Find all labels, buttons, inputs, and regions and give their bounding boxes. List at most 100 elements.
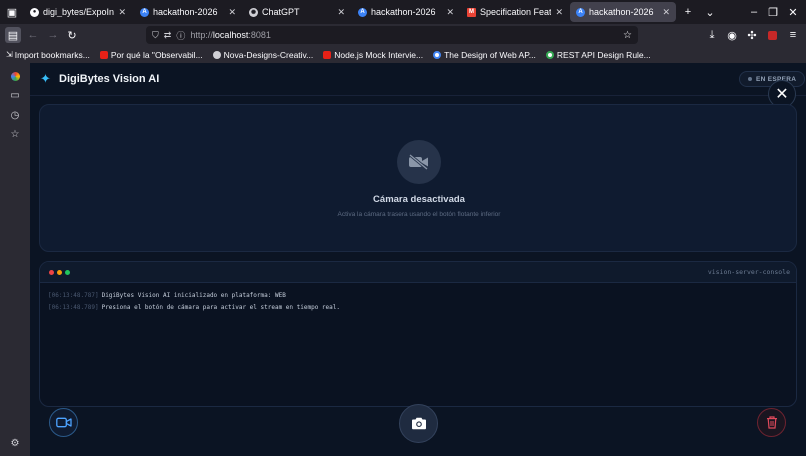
browser-sidebar: ▭ ◷ ☆ ⚙ — [0, 63, 30, 456]
log-timestamp: [06:13:48.789] — [48, 304, 99, 311]
trash-icon — [766, 416, 777, 429]
account-icon[interactable]: ◉ — [724, 27, 740, 43]
console-log-line: [06:13:48.789] Presiona el botón de cámar… — [48, 304, 340, 311]
app-icon: A — [140, 7, 149, 17]
gmail-icon: M — [467, 7, 476, 17]
capture-photo-button[interactable] — [399, 404, 438, 443]
toggle-camera-button[interactable] — [49, 408, 78, 437]
extensions-icon[interactable]: ✣ — [744, 27, 760, 43]
bookmarks-icon[interactable]: ☆ — [8, 127, 22, 141]
info-icon[interactable]: ⓘ — [176, 29, 185, 42]
console-header: vision-server-console — [40, 262, 796, 283]
settings-gear-icon[interactable]: ⚙ — [8, 436, 22, 450]
reload-icon[interactable]: ↻ — [64, 27, 80, 43]
clear-console-button[interactable] — [757, 408, 786, 437]
video-camera-icon — [55, 417, 72, 428]
video-off-icon — [397, 140, 441, 184]
status-dot — [748, 77, 752, 81]
forward-icon[interactable]: → — [45, 27, 61, 43]
youtube-icon — [99, 50, 108, 59]
downloads-icon[interactable]: ⤓ — [704, 27, 720, 43]
chatgpt-icon: ✺ — [249, 7, 258, 17]
restore-window-icon[interactable]: ❐ — [765, 4, 781, 20]
bookmark-star-icon[interactable]: ☆ — [623, 30, 632, 41]
browser-tab[interactable]: ✺ ChatGPT ✕ — [243, 2, 351, 22]
youtube-icon — [323, 50, 332, 59]
menu-icon[interactable]: ≡ — [785, 27, 801, 43]
log-message: DigiBytes Vision AI inicializado en plat… — [101, 292, 286, 299]
github-icon: ● — [30, 7, 39, 17]
server-console: vision-server-console [06:13:48.787] Digi… — [39, 261, 797, 407]
google-icon — [433, 50, 442, 59]
browser-tab[interactable]: ● digi_bytes/ExpoInteg ✕ — [24, 2, 132, 22]
browser-tab-bar: ▣ ● digi_bytes/ExpoInteg ✕ A hackathon-2… — [0, 0, 806, 24]
close-window-icon[interactable]: ✕ — [785, 4, 801, 20]
bookmark-label: The Design of Web AP... — [444, 49, 536, 60]
close-tab-icon[interactable]: ✕ — [555, 7, 563, 18]
window-dot-yellow — [57, 270, 62, 275]
bookmark-label: Import bookmarks... — [14, 49, 90, 60]
window-dot-red — [49, 270, 54, 275]
app-title: DigiBytes Vision AI — [59, 73, 160, 85]
minimize-window-icon[interactable]: – — [746, 4, 762, 20]
close-tab-icon[interactable]: ✕ — [337, 7, 345, 18]
camera-preview-panel: Cámara desactivada Activa la cámara tras… — [39, 104, 797, 252]
tab-list-chevron-icon[interactable]: ⌄ — [702, 4, 718, 20]
synced-tabs-icon[interactable]: ▭ — [8, 88, 22, 102]
bookmark-label: Node.js Mock Intervie... — [334, 49, 424, 60]
ublock-icon[interactable] — [764, 27, 780, 43]
tab-title: hackathon-2026 — [371, 7, 436, 17]
tab-title: digi_bytes/ExpoInteg — [43, 7, 115, 17]
url-text: http://localhost:8081 — [190, 30, 271, 40]
bookmark-label: REST API Design Rule... — [556, 49, 651, 60]
bookmarks-bar: ⇲ Import bookmarks... Por qué la "Observa… — [0, 46, 806, 63]
window-dot-green — [65, 270, 70, 275]
close-tab-icon[interactable]: ✕ — [118, 7, 126, 18]
camera-icon — [411, 417, 426, 430]
tab-title: hackathon-2026 — [153, 7, 218, 17]
camera-status-title: Cámara desactivada — [373, 194, 465, 205]
bookmark-label: Nova-Designs-Creativ... — [223, 49, 314, 60]
browser-tab[interactable]: A hackathon-2026 ✕ — [134, 2, 242, 22]
camera-status-hint: Activa la cámara trasera usando el botón… — [337, 211, 501, 218]
close-icon: ✕ — [775, 86, 789, 103]
console-log-line: [06:13:48.787] DigiBytes Vision AI inicia… — [48, 292, 286, 299]
app-icon: A — [576, 7, 585, 17]
new-tab-icon[interactable]: + — [680, 4, 696, 20]
sidebar-toggle-icon[interactable]: ▣ — [4, 4, 20, 20]
app-header: ✦ DigiBytes Vision AI EN ESPERA — [30, 63, 806, 96]
console-title: vision-server-console — [707, 268, 790, 276]
bookmark-item[interactable]: REST API Design Rule... — [545, 49, 651, 60]
import-icon: ⇲ — [6, 50, 13, 59]
bookmark-item[interactable]: ⇲ Import bookmarks... — [6, 50, 90, 60]
bookmark-label: Por qué la "Observabil... — [110, 49, 203, 60]
bookmark-item[interactable]: Por qué la "Observabil... — [99, 49, 203, 60]
close-tab-icon[interactable]: ✕ — [446, 7, 454, 18]
sidebar-panel-icon[interactable]: ▤ — [5, 27, 21, 43]
tab-title: Specification Feature — [480, 7, 552, 17]
back-icon[interactable]: ← — [25, 27, 41, 43]
log-timestamp: [06:13:48.787] — [48, 292, 99, 299]
log-message: Presiona el botón de cámara para activar… — [101, 304, 340, 311]
permissions-icon[interactable]: ⇄ — [164, 30, 172, 41]
github-icon — [212, 50, 221, 59]
bookmark-item[interactable]: Node.js Mock Intervie... — [323, 50, 423, 60]
shield-icon[interactable]: ⛉ — [152, 30, 159, 41]
browser-nav-bar: ▤ ← → ↻ ⛉ ⇄ ⓘ http://localhost:8081 ☆ ⤓ … — [0, 24, 806, 46]
bookmark-item[interactable]: The Design of Web AP... — [433, 50, 536, 60]
close-tab-icon[interactable]: ✕ — [228, 7, 236, 18]
ai-chat-icon[interactable] — [8, 69, 22, 83]
vision-app: ✦ DigiBytes Vision AI EN ESPERA ✕ Cámara… — [30, 63, 806, 456]
sparkle-icon: ✦ — [40, 71, 51, 86]
history-icon[interactable]: ◷ — [8, 108, 22, 122]
tab-title: hackathon-2026 — [589, 7, 654, 17]
app-icon: A — [358, 7, 367, 17]
tab-title: ChatGPT — [262, 7, 300, 17]
browser-tab[interactable]: A hackathon-2026 ✕ — [352, 2, 460, 22]
browser-tab[interactable]: M Specification Feature ✕ — [461, 2, 569, 22]
bookmark-item[interactable]: Nova-Designs-Creativ... — [212, 49, 314, 60]
address-bar[interactable]: ⛉ ⇄ ⓘ http://localhost:8081 ☆ — [146, 26, 638, 44]
google-icon — [545, 50, 554, 59]
close-tab-icon[interactable]: ✕ — [662, 7, 670, 18]
browser-tab-active[interactable]: A hackathon-2026 ✕ — [570, 2, 676, 22]
